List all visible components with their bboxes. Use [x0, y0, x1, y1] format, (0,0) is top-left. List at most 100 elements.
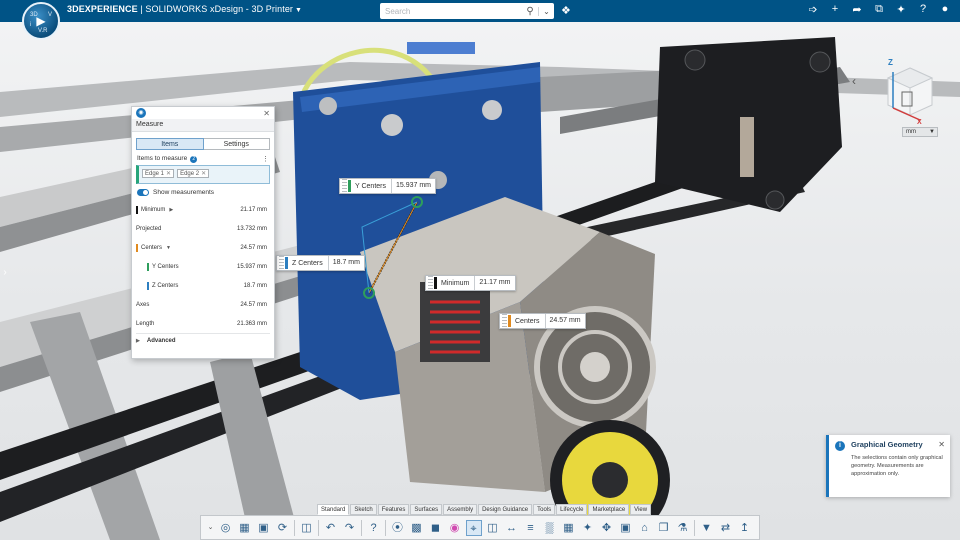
tab-lifecycle[interactable]: Lifecycle — [556, 504, 588, 515]
compass-quadrant-3d[interactable]: 3D — [30, 12, 38, 18]
move-icon[interactable]: ✥ — [599, 520, 615, 536]
panel-header[interactable]: ◉ ✕ — [132, 107, 274, 119]
show-measurements-toggle[interactable] — [137, 189, 149, 196]
result-row-length[interactable]: Length 21.363 mm — [132, 314, 274, 333]
dimension-icon[interactable]: ↔ — [504, 520, 520, 536]
align-icon[interactable]: ≡ — [523, 520, 539, 536]
export-icon[interactable]: ↥ — [737, 520, 753, 536]
tab-assembly[interactable]: Assembly — [443, 504, 478, 515]
result-row-z-centers[interactable]: Z Centers 18.7 mm — [132, 276, 274, 295]
selection-chip[interactable]: Edge 1 ✕ — [142, 169, 175, 178]
result-row-axes[interactable]: Axes 24.57 mm — [132, 295, 274, 314]
tab-features[interactable]: Features — [377, 504, 410, 515]
result-row-centers[interactable]: Centers ▼ 24.57 mm — [132, 238, 274, 257]
units-dropdown[interactable]: mm ▼ — [902, 127, 938, 137]
compass-widget[interactable]: 3D V ▶ V.R i — [22, 2, 60, 40]
chip-label: Edge 2 — [180, 171, 200, 177]
add-icon[interactable]: + — [828, 3, 842, 16]
redo-icon[interactable]: ↷ — [342, 520, 358, 536]
expand-icon[interactable]: ▶ — [169, 207, 173, 213]
tab-design-guidance[interactable]: Design Guidance — [478, 504, 533, 515]
hatch-icon[interactable]: ▒ — [542, 520, 558, 536]
save-icon[interactable]: ▣ — [256, 520, 272, 536]
drag-handle-icon[interactable] — [502, 314, 507, 328]
viewport-label-minimum[interactable]: Minimum 21.17 mm — [425, 275, 516, 291]
share-icon[interactable]: ➩ — [806, 3, 820, 16]
selection-box[interactable]: Edge 1 ✕ Edge 2 ✕ — [136, 165, 270, 184]
view-cube-graphic[interactable] — [882, 60, 938, 130]
section-icon[interactable]: ◫ — [485, 520, 501, 536]
search-dropdown-icon[interactable]: ⌄ — [538, 6, 554, 16]
tab-standard[interactable]: Standard — [317, 504, 350, 515]
search-bar[interactable]: Search ⚲ ⌄ — [380, 3, 554, 19]
advanced-section[interactable]: ▶ Advanced — [132, 334, 274, 348]
explode-icon[interactable]: ✦ — [580, 520, 596, 536]
result-row-minimum[interactable]: Minimum ▶ 21.17 mm — [132, 200, 274, 219]
expand-icon[interactable]: ▶ — [136, 338, 140, 344]
filter-icon[interactable]: ▼ — [699, 520, 715, 536]
help-icon[interactable]: 2 — [190, 156, 198, 163]
compass-quadrant-vr[interactable]: V.R — [38, 28, 47, 34]
measure-icon[interactable]: ⌖ — [465, 519, 482, 536]
search-input[interactable]: Search — [380, 7, 522, 16]
forward-icon[interactable]: ➦ — [850, 3, 864, 16]
items-to-measure-header: Items to measure 2 ⋮ — [132, 154, 274, 164]
tab-surfaces[interactable]: Surfaces — [410, 504, 443, 515]
chevron-down-icon[interactable]: ▼ — [295, 7, 302, 14]
result-row-y-centers[interactable]: Y Centers 15.937 mm — [132, 257, 274, 276]
more-options-icon[interactable]: ⋮ — [262, 155, 269, 163]
tab-tools[interactable]: Tools — [533, 504, 556, 515]
items-to-measure-label: Items to measure — [137, 155, 188, 162]
viewport-label-y-centers[interactable]: Y Centers 15.937 mm — [339, 178, 437, 194]
compass-quadrant-i[interactable]: i — [30, 22, 31, 28]
tab-view[interactable]: View — [630, 504, 652, 515]
remove-icon[interactable]: ✕ — [201, 171, 206, 177]
user-icon[interactable]: ● — [938, 3, 952, 16]
close-icon[interactable]: ✕ — [263, 109, 270, 118]
drag-handle-icon[interactable] — [428, 276, 433, 290]
lasso-icon[interactable]: ⦿ — [390, 520, 406, 536]
selection-chip[interactable]: Edge 2 ✕ — [177, 169, 210, 178]
viewport-label-z-centers[interactable]: Z Centers 18.7 mm — [276, 255, 365, 271]
tab-marketplace[interactable]: Marketplace — [588, 504, 630, 515]
drag-handle-icon[interactable] — [342, 179, 347, 193]
image-icon[interactable]: ▩ — [409, 520, 425, 536]
sync-icon[interactable]: ⟳ — [275, 520, 291, 536]
pulley-2 — [809, 51, 831, 73]
collapse-icon[interactable]: ▼ — [166, 245, 171, 251]
collapse-chevron-icon[interactable]: ⌄ — [207, 520, 215, 536]
open-box-icon[interactable]: ▦ — [237, 520, 253, 536]
replace-icon[interactable]: ⇄ — [718, 520, 734, 536]
chevron-left-icon[interactable]: ‹ — [852, 74, 856, 88]
globe-icon[interactable]: ◎ — [218, 520, 234, 536]
remove-icon[interactable]: ✕ — [166, 171, 171, 177]
table-icon[interactable]: ▦ — [561, 520, 577, 536]
chevron-right-icon[interactable]: › — [0, 262, 10, 284]
search-icon[interactable]: ⚲ — [522, 6, 538, 17]
help-icon[interactable]: ? — [916, 3, 930, 16]
mate-icon[interactable]: ⚗ — [675, 520, 691, 536]
viewport-label-centers[interactable]: Centers 24.57 mm — [499, 313, 586, 329]
copy-icon[interactable]: ❐ — [656, 520, 672, 536]
chevron-down-icon[interactable]: ▼ — [929, 128, 935, 136]
drag-handle-icon[interactable] — [279, 256, 284, 270]
tag-icon[interactable]: ❖ — [561, 4, 571, 17]
app-title[interactable]: 3DEXPERIENCE | SOLIDWORKS xDesign - 3D P… — [67, 4, 302, 14]
network-icon[interactable]: ⧉ — [872, 3, 886, 16]
measure-panel[interactable]: ◉ ✕ Measure Items Settings Items to meas… — [131, 106, 275, 359]
tab-sketch[interactable]: Sketch — [350, 504, 377, 515]
tab-settings[interactable]: Settings — [203, 138, 270, 150]
result-row-projected[interactable]: Projected 13.732 mm — [132, 219, 274, 238]
help-circle-icon[interactable]: ? — [366, 520, 382, 536]
solid-icon[interactable]: ◼ — [428, 520, 444, 536]
close-icon[interactable]: ✕ — [938, 440, 945, 449]
component-icon[interactable]: ▣ — [618, 520, 634, 536]
tab-items[interactable]: Items — [136, 138, 204, 150]
undo-icon[interactable]: ↶ — [323, 520, 339, 536]
appearance-icon[interactable]: ◉ — [447, 520, 463, 536]
mirror-icon[interactable]: ◫ — [299, 520, 315, 536]
tools-icon[interactable]: ✦ — [894, 3, 908, 16]
home-icon[interactable]: ⌂ — [637, 520, 653, 536]
view-cube[interactable]: Z X — [882, 58, 938, 132]
compass-quadrant-v[interactable]: V — [48, 12, 52, 18]
